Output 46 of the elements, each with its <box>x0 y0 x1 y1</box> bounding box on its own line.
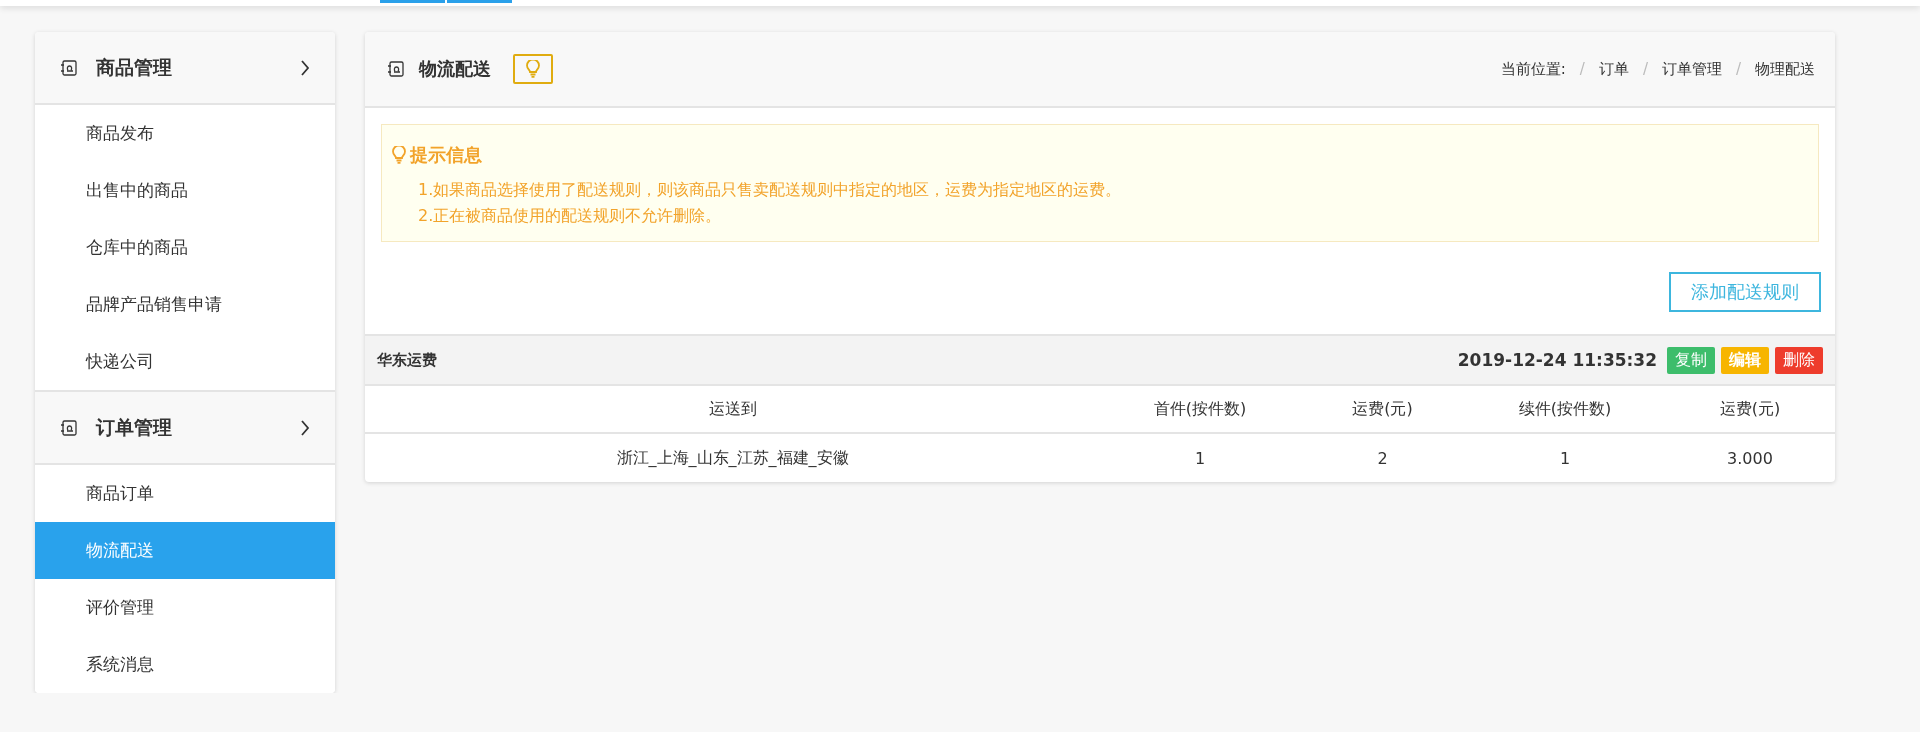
sidebar-item[interactable]: 出售中的商品 <box>35 162 335 219</box>
breadcrumb-link[interactable]: 物理配送 <box>1755 59 1815 79</box>
section-title: 订单管理 <box>96 414 173 440</box>
rule-time: 2019-12-24 11:35:32 <box>1457 350 1657 370</box>
table-cell-text: 浙江_上海_山东_江苏_福建_安徽 <box>615 447 850 469</box>
tab-indicator <box>447 0 512 3</box>
sidebar-section-header[interactable]: 商品管理 <box>35 32 335 105</box>
section-title: 商品管理 <box>96 54 173 80</box>
breadcrumb-separator: / <box>1579 59 1585 79</box>
page-title: 物流配送 <box>419 57 491 81</box>
action-button[interactable]: 删除 <box>1775 346 1823 374</box>
notice-text: 1.如果商品选择使用了配送规则，则该商品只售卖配送规则中指定的地区，运费为指定地区的运费。 <box>417 179 1123 201</box>
sidebar-section-header[interactable]: 订单管理 <box>35 390 335 465</box>
breadcrumb-label: 当前位置: <box>1500 59 1566 79</box>
register-icon <box>60 418 78 437</box>
breadcrumb-separator: / <box>1735 59 1741 79</box>
column-header: 运费(元) <box>1718 398 1782 420</box>
sidebar-item[interactable]: 品牌产品销售申请 <box>35 276 335 333</box>
breadcrumb-link[interactable]: 订单 <box>1598 59 1629 79</box>
lightbulb-icon <box>526 60 540 78</box>
table-cell-text: 2 <box>1376 448 1389 468</box>
notice-text: 2.正在被商品使用的配送规则不允许删除。 <box>417 205 723 227</box>
register-icon <box>387 60 405 78</box>
register-icon <box>60 58 78 77</box>
rule-name: 华东运费 <box>377 350 438 370</box>
column-header: 运送到 <box>707 398 758 420</box>
lightbulb-icon <box>392 146 406 164</box>
chevron-icon <box>300 419 310 436</box>
sidebar-item[interactable]: 系统消息 <box>35 636 335 693</box>
sidebar-item[interactable]: 评价管理 <box>35 579 335 636</box>
sidebar-item[interactable]: 仓库中的商品 <box>35 219 335 276</box>
notice-title: 提示信息 <box>410 143 482 167</box>
tip-button[interactable] <box>513 54 553 84</box>
table-cell-text: 3.000 <box>1726 448 1774 468</box>
sidebar-item[interactable]: 商品发布 <box>35 105 335 162</box>
column-header: 运费(元) <box>1351 398 1414 420</box>
sidebar-item[interactable]: 商品订单 <box>35 465 335 522</box>
breadcrumb-link[interactable]: 订单管理 <box>1661 59 1722 79</box>
column-header: 续件(按件数) <box>1517 398 1613 420</box>
sidebar-item[interactable]: 快递公司 <box>35 333 335 390</box>
table-cell-text: 1 <box>1558 448 1572 468</box>
chevron-icon <box>300 59 310 76</box>
tab-indicator <box>380 0 445 3</box>
breadcrumb-separator: / <box>1642 59 1648 79</box>
table-cell-text: 1 <box>1193 448 1207 468</box>
column-header: 首件(按件数) <box>1152 398 1248 420</box>
